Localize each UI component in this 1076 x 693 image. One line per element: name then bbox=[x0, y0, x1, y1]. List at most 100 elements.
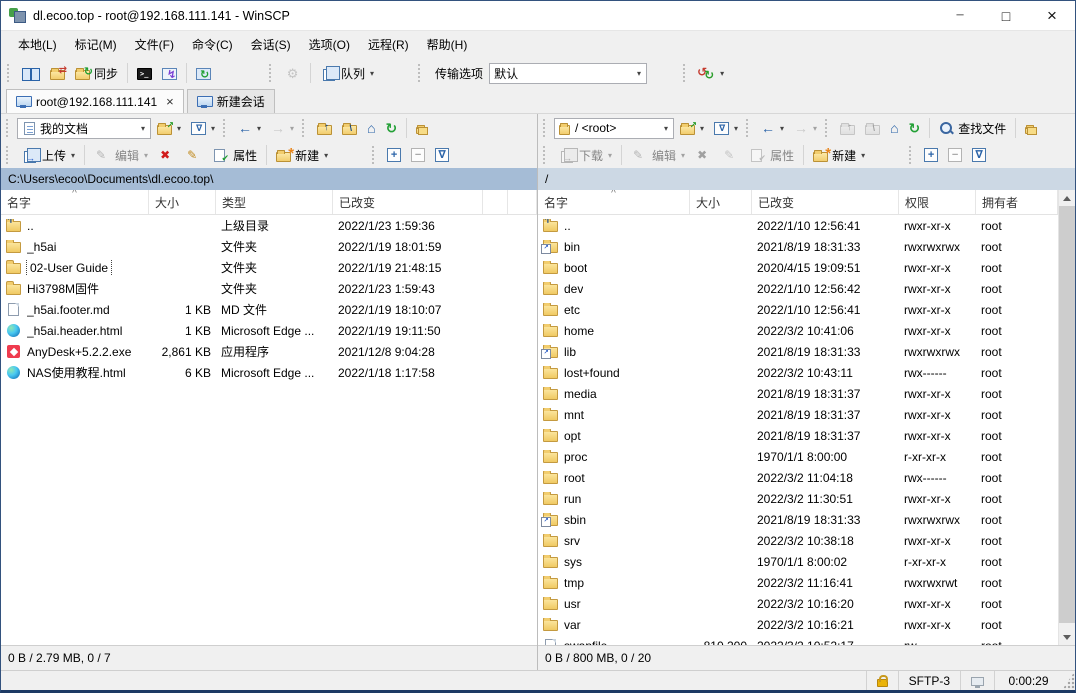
file-row[interactable]: ..上级目录2022/1/23 1:59:36 bbox=[1, 215, 537, 236]
local-properties-button[interactable]: 属性 bbox=[208, 143, 261, 167]
column-header-size[interactable]: 大小 bbox=[149, 190, 216, 214]
column-header-perm[interactable]: 权限 bbox=[899, 190, 976, 214]
scrollbar-thumb[interactable] bbox=[1059, 206, 1075, 623]
remote-drive-combo[interactable]: / <root> bbox=[554, 118, 674, 139]
file-row[interactable]: swapfile810,2002022/3/2 10:52:17rw------… bbox=[538, 635, 1058, 645]
encryption-status-cell[interactable] bbox=[866, 671, 898, 690]
local-unselect-button[interactable]: − bbox=[407, 143, 429, 167]
remote-open-dir-button[interactable] bbox=[676, 116, 708, 140]
local-forward-button[interactable]: → bbox=[267, 116, 298, 140]
menu-item-options[interactable]: 选项(O) bbox=[300, 32, 359, 57]
menu-item-remote[interactable]: 远程(R) bbox=[359, 32, 418, 57]
transfer-preset-combo[interactable]: 默认 bbox=[489, 63, 647, 84]
menu-item-local[interactable]: 本地(L) bbox=[9, 32, 66, 57]
local-edit-button[interactable]: 编辑 bbox=[90, 143, 152, 167]
file-row[interactable]: run2022/3/2 11:30:51rwxr-xr-xroot bbox=[538, 488, 1058, 509]
console-button[interactable] bbox=[133, 61, 156, 85]
preferences-button[interactable] bbox=[280, 61, 305, 85]
remote-delete-button[interactable] bbox=[691, 143, 716, 167]
menu-item-commands[interactable]: 命令(C) bbox=[183, 32, 242, 57]
remote-back-button[interactable]: ← bbox=[757, 116, 788, 140]
file-row[interactable]: sbin2021/8/19 18:31:33rwxrwxrwxroot bbox=[538, 509, 1058, 530]
file-row[interactable]: _h5ai.footer.md1 KBMD 文件2022/1/19 18:10:… bbox=[1, 299, 537, 320]
file-row[interactable]: Hi3798M固件文件夹2022/1/23 1:59:43 bbox=[1, 278, 537, 299]
file-row[interactable]: home2022/3/2 10:41:06rwxr-xr-xroot bbox=[538, 320, 1058, 341]
synchronize-button[interactable]: 同步 bbox=[71, 61, 122, 85]
scroll-down-icon[interactable] bbox=[1059, 629, 1075, 645]
tab-session[interactable]: root@192.168.111.141 × bbox=[6, 89, 184, 113]
local-open-dir-button[interactable] bbox=[153, 116, 185, 140]
tab-close-icon[interactable]: × bbox=[166, 94, 174, 109]
sync-browsing-button[interactable] bbox=[46, 61, 69, 85]
local-rename-button[interactable] bbox=[181, 143, 206, 167]
local-select-button[interactable]: + bbox=[383, 143, 405, 167]
file-row[interactable]: etc2022/1/10 12:56:41rwxr-xr-xroot bbox=[538, 299, 1058, 320]
file-row[interactable]: mnt2021/8/19 18:31:37rwxr-xr-xroot bbox=[538, 404, 1058, 425]
vertical-scrollbar[interactable] bbox=[1058, 190, 1075, 645]
file-row[interactable]: lost+found2022/3/2 10:43:11rwx------root bbox=[538, 362, 1058, 383]
close-button[interactable] bbox=[1029, 1, 1075, 30]
remote-refresh-button[interactable]: ↻ bbox=[905, 116, 925, 140]
file-row[interactable]: sys1970/1/1 8:00:02r-xr-xr-xroot bbox=[538, 551, 1058, 572]
menu-item-session[interactable]: 会话(S) bbox=[242, 32, 300, 57]
download-button[interactable]: 下载 bbox=[554, 143, 616, 167]
file-row[interactable]: ..2022/1/10 12:56:41rwxr-xr-xroot bbox=[538, 215, 1058, 236]
file-row[interactable]: NAS使用教程.html6 KBMicrosoft Edge ...2022/1… bbox=[1, 362, 537, 383]
protocol-cell[interactable]: SFTP-3 bbox=[898, 671, 960, 690]
file-row[interactable]: boot2020/4/15 19:09:51rwxr-xr-xroot bbox=[538, 257, 1058, 278]
file-row[interactable]: media2021/8/19 18:31:37rwxr-xr-xroot bbox=[538, 383, 1058, 404]
toggle-layout-button[interactable] bbox=[18, 61, 44, 85]
file-row[interactable]: tmp2022/3/2 11:16:41rwxrwxrwtroot bbox=[538, 572, 1058, 593]
column-header-type[interactable]: 类型 bbox=[216, 190, 333, 214]
find-files-button[interactable]: 查找文件 bbox=[935, 116, 1010, 140]
remote-edit-button[interactable]: 编辑 bbox=[627, 143, 689, 167]
remote-filter-button[interactable] bbox=[710, 116, 742, 140]
refresh-session-button[interactable] bbox=[192, 61, 215, 85]
remote-home-button[interactable]: ⌂ bbox=[886, 116, 902, 140]
column-header-name[interactable]: 名字 bbox=[1, 190, 149, 214]
transfer-settings-button[interactable] bbox=[694, 61, 728, 85]
menu-item-help[interactable]: 帮助(H) bbox=[418, 32, 477, 57]
column-header-modified[interactable]: 已改变 bbox=[333, 190, 483, 214]
file-row[interactable]: srv2022/3/2 10:38:18rwxr-xr-xroot bbox=[538, 530, 1058, 551]
file-row[interactable]: bin2021/8/19 18:31:33rwxrwxrwxroot bbox=[538, 236, 1058, 257]
column-header-size[interactable]: 大小 bbox=[690, 190, 752, 214]
file-row[interactable]: _h5ai文件夹2022/1/19 18:01:59 bbox=[1, 236, 537, 257]
menu-item-mark[interactable]: 标记(M) bbox=[66, 32, 126, 57]
file-row[interactable]: proc1970/1/1 8:00:00r-xr-xr-xroot bbox=[538, 446, 1058, 467]
remote-rename-button[interactable] bbox=[718, 143, 743, 167]
remote-properties-button[interactable]: 属性 bbox=[745, 143, 798, 167]
column-header-owner[interactable]: 拥有者 bbox=[976, 190, 1058, 214]
column-header-modified[interactable]: 已改变 bbox=[752, 190, 899, 214]
file-row[interactable]: opt2021/8/19 18:31:37rwxr-xr-xroot bbox=[538, 425, 1058, 446]
column-header-name[interactable]: 名字 bbox=[538, 190, 690, 214]
remote-forward-button[interactable]: → bbox=[790, 116, 821, 140]
remote-root-dir-button[interactable] bbox=[861, 116, 884, 140]
local-back-button[interactable]: ← bbox=[234, 116, 265, 140]
scroll-up-icon[interactable] bbox=[1059, 190, 1075, 206]
file-row[interactable]: 02-User Guide文件夹2022/1/19 21:48:15 bbox=[1, 257, 537, 278]
file-row[interactable]: _h5ai.header.html1 KBMicrosoft Edge ...2… bbox=[1, 320, 537, 341]
local-invert-selection-button[interactable]: ∇ bbox=[431, 143, 453, 167]
menu-item-files[interactable]: 文件(F) bbox=[126, 32, 183, 57]
remote-tree-button[interactable] bbox=[1021, 116, 1039, 140]
local-home-button[interactable]: ⌂ bbox=[363, 116, 379, 140]
tab-new-session[interactable]: 新建会话 bbox=[187, 89, 275, 113]
remote-select-button[interactable]: + bbox=[920, 143, 942, 167]
local-tree-button[interactable] bbox=[412, 116, 430, 140]
file-row[interactable]: root2022/3/2 11:04:18rwx------root bbox=[538, 467, 1058, 488]
local-root-dir-button[interactable] bbox=[338, 116, 361, 140]
remote-path-bar[interactable]: / bbox=[538, 168, 1075, 190]
resize-grip[interactable] bbox=[1062, 671, 1075, 690]
minimize-button[interactable] bbox=[937, 1, 983, 30]
commands-button[interactable] bbox=[158, 61, 181, 85]
file-row[interactable]: var2022/3/2 10:16:21rwxr-xr-xroot bbox=[538, 614, 1058, 635]
session-time-cell[interactable]: 0:00:29 bbox=[994, 671, 1062, 690]
remote-unselect-button[interactable]: − bbox=[944, 143, 966, 167]
maximize-button[interactable] bbox=[983, 1, 1029, 30]
file-row[interactable]: lib2021/8/19 18:31:33rwxrwxrwxroot bbox=[538, 341, 1058, 362]
local-delete-button[interactable] bbox=[154, 143, 179, 167]
remote-parent-dir-button[interactable] bbox=[836, 116, 859, 140]
file-row[interactable]: dev2022/1/10 12:56:42rwxr-xr-xroot bbox=[538, 278, 1058, 299]
local-refresh-button[interactable]: ↻ bbox=[382, 116, 402, 140]
